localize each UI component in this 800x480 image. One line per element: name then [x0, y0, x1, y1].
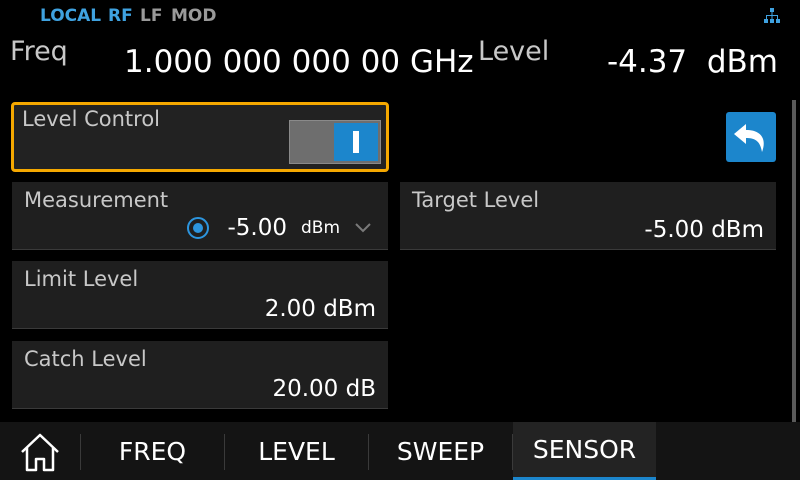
level-control-toggle[interactable] [289, 120, 381, 164]
level-control-field[interactable]: Level Control [11, 102, 389, 172]
limit-level-value: 2.00 dBm [264, 296, 376, 322]
limit-level-field[interactable]: Limit Level 2.00 dBm [12, 261, 388, 329]
status-bar: LOCAL RF LF MOD [0, 0, 800, 32]
sensor-panel: Level Control Measurement -5.00 dBm Targ… [0, 92, 800, 422]
chevron-down-icon[interactable] [354, 222, 372, 234]
tab-level[interactable]: LEVEL [225, 422, 368, 480]
toggle-knob [334, 123, 378, 161]
measurement-value: -5.00 [227, 215, 287, 241]
limit-level-label: Limit Level [24, 267, 139, 291]
catch-level-value: 20.00 dB [272, 376, 376, 402]
level-label: Level [478, 36, 550, 67]
home-button[interactable] [0, 422, 80, 480]
readout-bar: Freq 1.000 000 000 00 GHz Level -4.37 dB… [0, 32, 800, 90]
tab-sensor[interactable]: SENSOR [513, 422, 656, 480]
back-button[interactable] [726, 112, 776, 162]
freq-label: Freq [10, 36, 68, 67]
tab-freq[interactable]: FREQ [81, 422, 224, 480]
mode-lf: LF [140, 6, 163, 26]
target-level-value: -5.00 dBm [644, 217, 764, 243]
mode-mod: MOD [171, 6, 217, 26]
undo-icon [734, 124, 764, 152]
scrollbar[interactable] [792, 100, 796, 422]
network-icon [764, 8, 780, 24]
measurement-unit: dBm [300, 218, 340, 238]
nav-bar: FREQ LEVEL SWEEP SENSOR [0, 422, 800, 480]
level-value[interactable]: -4.37 dBm [607, 44, 778, 80]
catch-level-label: Catch Level [24, 347, 147, 371]
mode-rf: RF [108, 6, 133, 26]
freq-value[interactable]: 1.000 000 000 00 GHz [124, 44, 474, 80]
target-level-label: Target Level [412, 188, 540, 212]
target-level-field[interactable]: Target Level -5.00 dBm [400, 182, 776, 250]
measurement-label: Measurement [24, 188, 169, 212]
measurement-field[interactable]: Measurement -5.00 dBm [12, 182, 388, 250]
level-control-label: Level Control [22, 107, 161, 131]
catch-level-field[interactable]: Catch Level 20.00 dB [12, 341, 388, 409]
home-icon [21, 433, 59, 472]
measurement-radio[interactable] [187, 217, 210, 239]
measurement-row: -5.00 dBm [187, 215, 372, 241]
tab-sweep[interactable]: SWEEP [369, 422, 512, 480]
mode-local: LOCAL [40, 6, 102, 26]
